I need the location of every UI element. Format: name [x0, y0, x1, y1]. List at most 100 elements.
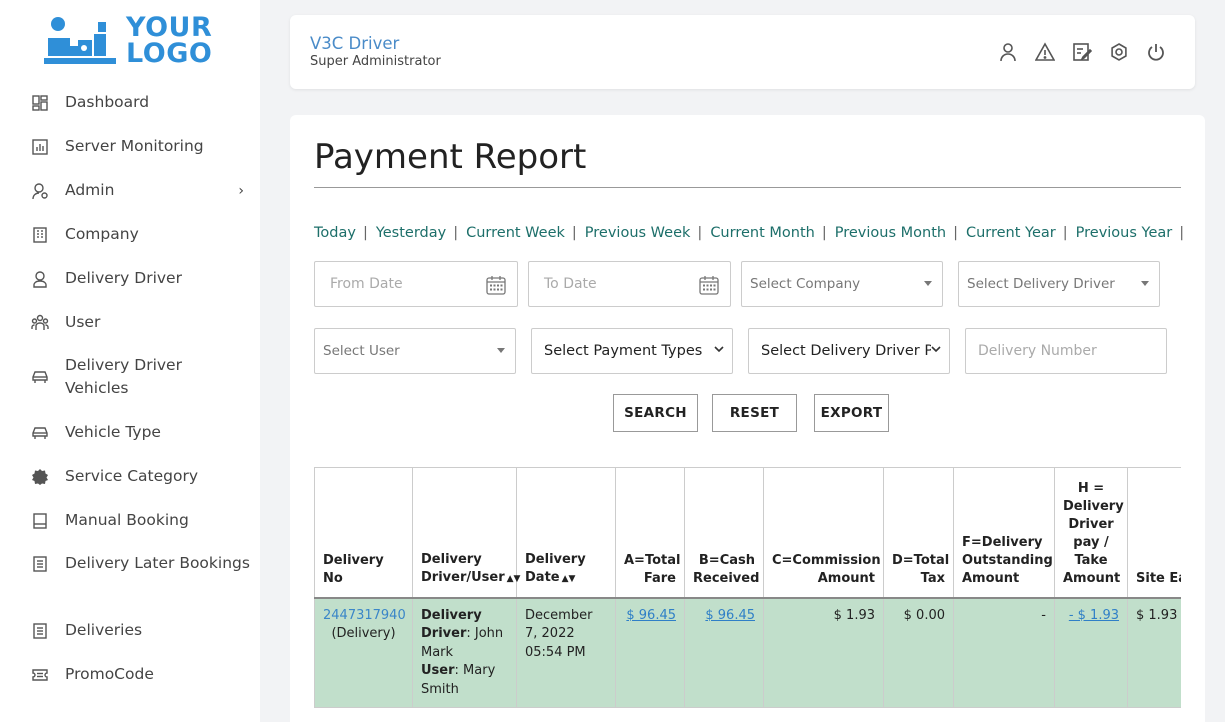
header-label: D=Total Tax	[892, 552, 950, 586]
delivery-no-link[interactable]: 2447317940	[323, 608, 406, 623]
driver-select-placeholder: Select Delivery Driver	[967, 276, 1115, 292]
export-button[interactable]: EXPORT	[814, 394, 889, 432]
sidebar-item-delivery-driver[interactable]: Delivery Driver	[30, 267, 250, 290]
power-icon[interactable]	[1145, 41, 1167, 63]
reset-button[interactable]: RESET	[712, 394, 797, 432]
badge-icon	[30, 467, 50, 487]
sidebar-item-label: Delivery Driver Vehicles	[65, 356, 182, 397]
sidebar-item-label: Admin	[65, 181, 115, 199]
separator: |	[453, 225, 459, 241]
user-select-placeholder: Select User	[323, 343, 400, 359]
col-driver-user[interactable]: Delivery Driver/User ▲▼	[412, 467, 520, 599]
table-row: 2447317940 (Delivery) Delivery Driver: J…	[314, 597, 1181, 708]
col-driver-pay: H = Delivery Driver pay / Take Amount	[1054, 467, 1128, 599]
sidebar-item-delivery-later-bookings[interactable]: Delivery Later Bookings	[30, 552, 250, 575]
logo-mark-icon	[44, 14, 118, 68]
logo[interactable]: YOUR LOGO	[44, 12, 224, 70]
warning-icon[interactable]	[1034, 41, 1056, 63]
header-label: H = Delivery Driver pay / Take Amount	[1063, 480, 1124, 586]
title-divider	[314, 187, 1181, 188]
logo-line-2: LOGO	[126, 38, 213, 69]
cell-commission: $ 1.93	[763, 597, 884, 708]
user-role: Super Administrator	[310, 54, 441, 69]
calendar-icon[interactable]	[485, 274, 507, 300]
separator: |	[1062, 225, 1068, 241]
sidebar-item-label: Vehicle Type	[65, 423, 161, 441]
user-icon[interactable]	[997, 41, 1019, 63]
calendar-icon[interactable]	[698, 274, 720, 300]
sidebar-item-label: Service Category	[65, 467, 199, 485]
col-delivery-date[interactable]: Delivery Date ▲▼	[516, 467, 616, 599]
user-select[interactable]: Select User	[314, 328, 516, 374]
caret-down-icon	[1141, 281, 1149, 286]
edit-icon[interactable]	[1071, 41, 1093, 63]
chart-icon	[30, 137, 50, 157]
from-date-input[interactable]: From Date	[314, 261, 518, 307]
sidebar-item-label: Deliveries	[65, 621, 143, 639]
to-date-placeholder: To Date	[544, 276, 597, 292]
chevron-down-icon	[714, 343, 724, 357]
sidebar-item-promocode[interactable]: PromoCode	[30, 663, 250, 686]
cash-link[interactable]: $ 96.45	[705, 608, 755, 623]
search-button[interactable]: SEARCH	[613, 394, 698, 432]
header-label: F=Delivery Outstanding Amount	[962, 534, 1053, 586]
filter-yesterday[interactable]: Yesterday	[376, 225, 446, 241]
app-title[interactable]: V3C Driver	[310, 34, 399, 53]
driver-pay-value: Select Delivery Driver Pay	[761, 343, 933, 359]
header-label: B=Cash Received	[693, 552, 760, 586]
delivery-number-input[interactable]: Delivery Number	[965, 328, 1167, 374]
sidebar-item-deliveries[interactable]: Deliveries	[30, 619, 250, 642]
payment-table-container: Delivery No Delivery Driver/User ▲▼ Deliv…	[314, 467, 1181, 722]
list-icon	[30, 554, 50, 574]
car-icon	[30, 423, 50, 443]
sidebar-item-dashboard[interactable]: Dashboard	[30, 91, 250, 114]
payment-types-select[interactable]: Select Payment Types	[531, 328, 733, 374]
sidebar-item-label: PromoCode	[65, 665, 154, 683]
from-date-placeholder: From Date	[330, 276, 403, 292]
sidebar-item-label: User	[65, 313, 101, 331]
top-header: V3C Driver Super Administrator	[290, 15, 1195, 89]
payment-table: Delivery No Delivery Driver/User ▲▼ Deliv…	[314, 467, 1181, 708]
driver-pay-select[interactable]: Select Delivery Driver Pay	[748, 328, 950, 374]
filter-today[interactable]: Today	[314, 225, 356, 241]
sidebar-item-label: Delivery Later Bookings	[65, 554, 250, 572]
user-label: User	[421, 663, 455, 678]
delivery-number-placeholder: Delivery Number	[978, 343, 1097, 359]
header-label: Delivery Driver/User	[421, 551, 505, 585]
to-date-input[interactable]: To Date	[528, 261, 731, 307]
header-actions	[997, 41, 1167, 63]
logo-text: YOUR LOGO	[126, 14, 213, 69]
col-delivery-no: Delivery No	[314, 467, 413, 599]
sidebar-item-server-monitoring[interactable]: Server Monitoring	[30, 135, 250, 158]
list-icon	[30, 621, 50, 641]
sidebar: YOUR LOGO Dashboard Server Monitoring Ad…	[0, 0, 260, 722]
sort-icon[interactable]: ▲▼	[507, 574, 521, 584]
sidebar-item-user[interactable]: User	[30, 311, 250, 334]
sort-icon[interactable]: ▲▼	[562, 574, 576, 584]
payment-types-value: Select Payment Types	[544, 343, 703, 359]
sidebar-item-admin[interactable]: Admin ›	[30, 179, 250, 202]
filter-previous-year[interactable]: Previous Year	[1076, 225, 1173, 241]
cell-driver-pay: - $ 1.93	[1054, 597, 1128, 708]
sidebar-item-label: Dashboard	[65, 93, 150, 111]
filter-previous-month[interactable]: Previous Month	[835, 225, 946, 241]
page-title: Payment Report	[314, 137, 587, 177]
sidebar-item-service-category[interactable]: Service Category	[30, 465, 250, 488]
sidebar-item-company[interactable]: Company	[30, 223, 250, 246]
sidebar-item-manual-booking[interactable]: Manual Booking	[30, 509, 250, 532]
settings-icon[interactable]	[1108, 41, 1130, 63]
total-fare-link[interactable]: $ 96.45	[626, 608, 676, 623]
driver-pay-link[interactable]: - $ 1.93	[1069, 608, 1119, 623]
header-label: Delivery Date	[525, 551, 586, 585]
company-select[interactable]: Select Company	[741, 261, 943, 307]
sidebar-item-vehicle-type[interactable]: Vehicle Type	[30, 421, 250, 444]
sidebar-item-delivery-driver-vehicles[interactable]: Delivery Driver Vehicles	[30, 354, 250, 400]
filter-previous-week[interactable]: Previous Week	[585, 225, 691, 241]
filter-current-month[interactable]: Current Month	[710, 225, 815, 241]
driver-select[interactable]: Select Delivery Driver	[958, 261, 1160, 307]
building-icon	[30, 225, 50, 245]
col-cash-received: B=Cash Received	[684, 467, 764, 599]
filter-current-week[interactable]: Current Week	[466, 225, 565, 241]
filter-current-year[interactable]: Current Year	[966, 225, 1056, 241]
cell-total-fare: $ 96.45	[615, 597, 685, 708]
